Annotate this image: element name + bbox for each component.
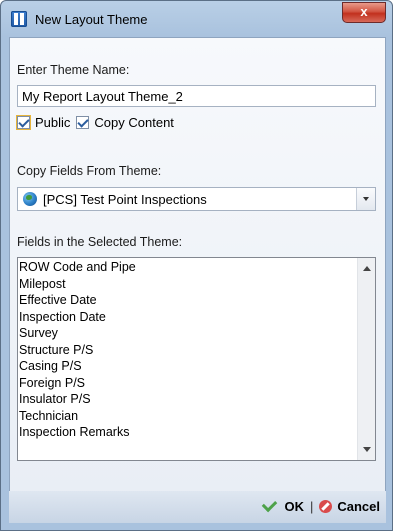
list-item[interactable]: ROW Code and Pipe <box>19 259 357 276</box>
footer-buttons: OK | Cancel <box>262 496 380 514</box>
fields-listbox[interactable]: ROW Code and Pipe Milepost Effective Date I… <box>17 257 376 461</box>
list-item[interactable]: Milepost <box>19 276 357 293</box>
copy-fields-label: Copy Fields From Theme: <box>17 164 162 178</box>
scroll-up-icon[interactable] <box>363 266 371 271</box>
list-item[interactable]: Survey <box>19 325 357 342</box>
ok-check-icon <box>262 496 278 513</box>
ok-button[interactable]: OK <box>284 499 304 514</box>
options-row: Public Copy Content <box>17 113 180 131</box>
list-item[interactable]: Structure P/S <box>19 342 357 359</box>
list-item[interactable]: Technician <box>19 408 357 425</box>
copy-content-checkbox[interactable] <box>76 115 90 129</box>
list-item[interactable]: Casing P/S <box>19 358 357 375</box>
globe-icon <box>23 192 37 206</box>
list-item[interactable]: Insulator P/S <box>19 391 357 408</box>
public-label: Public <box>35 114 71 130</box>
list-item[interactable]: Foreign P/S <box>19 375 357 392</box>
copy-content-label: Copy Content <box>94 114 174 130</box>
copy-fields-select[interactable]: [PCS] Test Point Inspections <box>17 187 376 211</box>
copy-fields-selected-value: [PCS] Test Point Inspections <box>43 192 207 207</box>
dialog-window: New Layout Theme x Enter Theme Name: My … <box>0 0 393 531</box>
fields-list-label: Fields in the Selected Theme: <box>17 235 183 249</box>
theme-name-input[interactable]: My Report Layout Theme_2 <box>17 85 376 107</box>
theme-name-label: Enter Theme Name: <box>17 63 130 77</box>
list-item[interactable]: Effective Date <box>19 292 357 309</box>
list-item[interactable]: Inspection Date <box>19 309 357 326</box>
dropdown-arrow-button[interactable] <box>356 188 375 210</box>
fields-list-items: ROW Code and Pipe Milepost Effective Date I… <box>19 259 357 441</box>
scroll-down-icon[interactable] <box>363 447 371 452</box>
close-button[interactable]: x <box>342 2 386 23</box>
fields-scrollbar[interactable] <box>357 258 375 460</box>
button-separator: | <box>309 499 314 514</box>
public-checkbox[interactable] <box>17 115 30 129</box>
window-title: New Layout Theme <box>35 12 148 27</box>
list-item[interactable]: Inspection Remarks <box>19 424 357 441</box>
title-bar[interactable]: New Layout Theme x <box>1 1 392 37</box>
cancel-icon <box>319 500 333 513</box>
app-icon <box>11 11 27 27</box>
dialog-footer: OK | Cancel <box>9 491 386 523</box>
cancel-button[interactable]: Cancel <box>337 499 380 514</box>
